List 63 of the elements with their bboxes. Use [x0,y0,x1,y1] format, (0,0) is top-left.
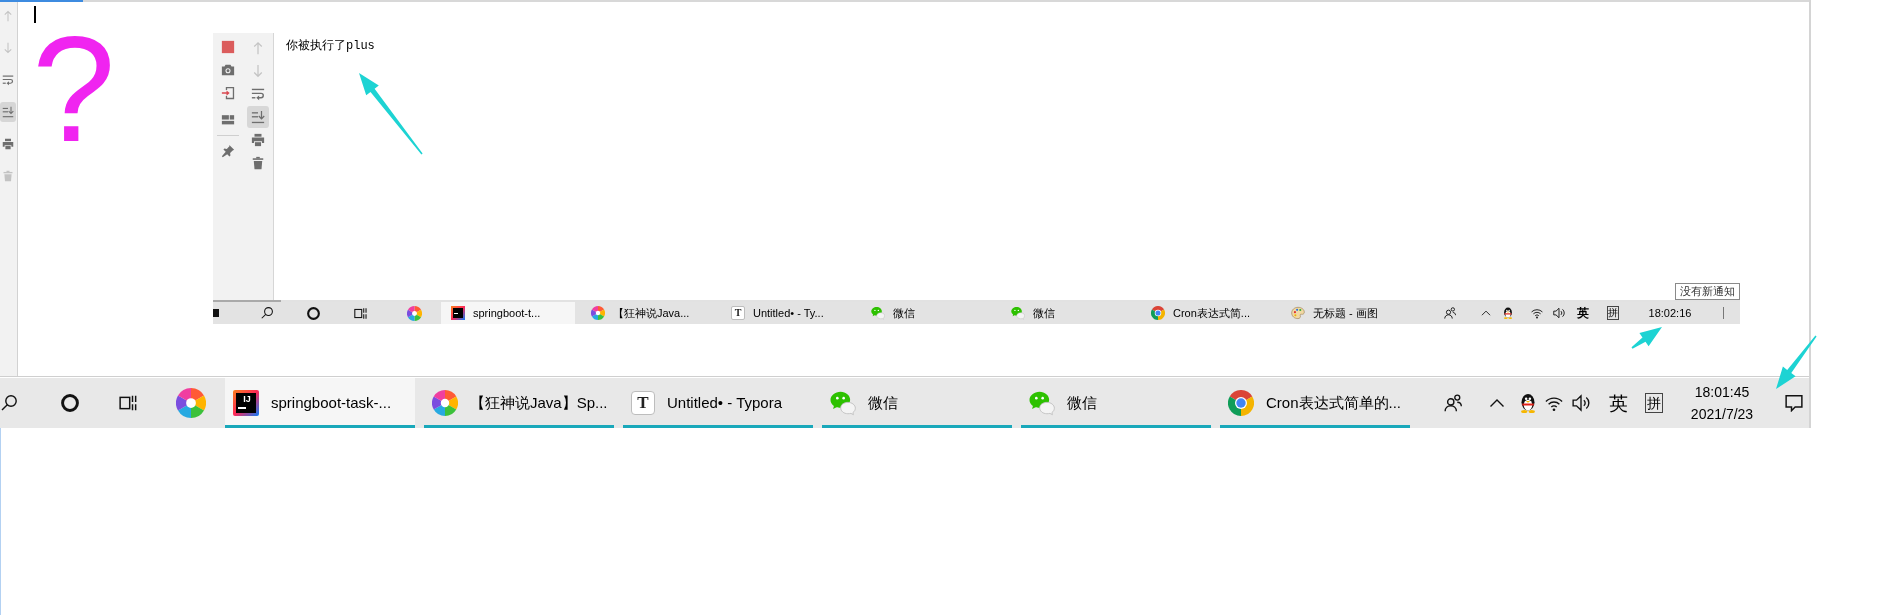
tricolor-ring-icon [1228,390,1254,416]
taskbar-button[interactable]: 【狂神说Java】Sp... [424,378,614,428]
circle-icon[interactable] [306,306,320,320]
search-icon[interactable] [1,395,17,411]
chat-bubbles-icon [830,390,856,416]
penguin-icon[interactable] [1502,307,1514,319]
taskbar-button[interactable]: T Untitled• - Typora [623,378,813,428]
task-view-icon[interactable] [119,394,137,412]
color-wheel-icon [175,388,206,418]
volume-icon[interactable] [1553,307,1565,319]
ime-mode-indicator[interactable]: 拼 [1607,306,1619,320]
chat-bubbles-icon [871,306,885,320]
pin-icon [221,144,235,158]
taskbar-button[interactable]: T Untitled• - Ty... [721,302,855,324]
ime-mode-indicator[interactable]: 拼 [1645,393,1663,413]
search-icon[interactable] [261,307,273,319]
taskbar-button[interactable]: 微信 [1021,378,1211,428]
task-view-icon[interactable] [353,306,367,320]
clock-button[interactable]: 18:02:16 [1648,306,1692,320]
input-language-indicator[interactable]: 英 [1608,393,1628,413]
layout-icon [221,113,235,127]
app-logo-icon [451,306,465,320]
people-icon[interactable] [1444,394,1462,412]
tricolor-ring-icon [1151,306,1165,320]
camera-icon [221,63,235,77]
input-language-indicator[interactable]: 英 [1577,307,1589,319]
taskbar-button[interactable]: Cron表达式简单的... [1220,378,1410,428]
annotation-arrow [1631,327,1662,349]
wifi-icon[interactable] [1531,307,1543,319]
arrow-into-box-icon [221,86,235,100]
taskbar-button[interactable]: Cron表达式简... [1141,302,1275,324]
circle-icon[interactable] [61,394,79,412]
taskbar-button[interactable]: IJ springboot-task-... [225,378,415,428]
toolbar-button[interactable] [0,102,16,122]
stop-icon [221,40,235,54]
scrollbar-thumb[interactable] [213,300,281,302]
chevron-up-icon[interactable] [1481,308,1491,318]
console-output-text: 你被执行了plus [285,38,376,53]
text-editor-logo: T [731,306,745,320]
penguin-icon[interactable] [1518,393,1538,413]
people-icon[interactable] [1444,307,1456,319]
tooltip: 没有新通知 [1675,283,1740,300]
notification-icon[interactable] [1784,394,1803,412]
taskbar-button[interactable]: 【狂神说Java... [581,302,715,324]
chat-bubbles-icon [1029,390,1055,416]
palette-icon [1291,306,1305,320]
annotation-arrow [1776,335,1817,389]
wifi-icon[interactable] [1545,394,1563,412]
chat-bubbles-icon [1011,306,1025,320]
question-mark: ? [32,26,116,154]
color-wheel-icon [591,306,605,320]
taskbar-button[interactable]: 无标题 - 画图 [1281,302,1415,324]
clock-button[interactable]: 18:01:45 2021/7/23 [1690,381,1754,425]
ide-logo: IJ [233,390,259,416]
text-cursor [34,6,36,23]
volume-icon[interactable] [1572,394,1590,412]
text-editor-logo: T [631,391,655,415]
taskbar-button[interactable]: springboot-t... [441,302,575,324]
taskbar-button[interactable]: 微信 [861,302,995,324]
color-wheel-icon [432,390,458,416]
color-wheel-icon [406,305,422,321]
taskbar-button[interactable]: 微信 [822,378,1012,428]
taskbar-button[interactable]: 微信 [1001,302,1135,324]
